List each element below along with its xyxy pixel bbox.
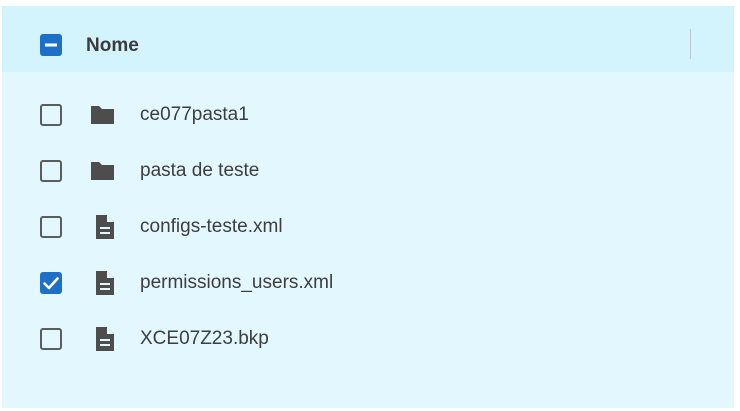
select-all-checkbox[interactable]: [40, 34, 62, 56]
row-checkbox[interactable]: [40, 272, 62, 294]
folder-icon: [91, 106, 114, 124]
row-name[interactable]: configs-teste.xml: [140, 216, 283, 238]
row-checkbox[interactable]: [40, 104, 62, 126]
table-row[interactable]: ce077pasta1: [2, 88, 734, 144]
indeterminate-icon: [45, 43, 57, 47]
table-row[interactable]: pasta de teste: [2, 144, 734, 200]
row-name[interactable]: ce077pasta1: [140, 104, 249, 126]
row-name[interactable]: XCE07Z23.bkp: [140, 328, 269, 350]
checkmark-icon: [43, 277, 59, 290]
file-icon: [96, 327, 114, 351]
row-name[interactable]: pasta de teste: [140, 160, 259, 182]
folder-icon: [91, 162, 114, 180]
table-row[interactable]: XCE07Z23.bkp: [2, 312, 734, 368]
table-header: Nome: [2, 6, 734, 72]
table-row[interactable]: permissions_users.xml: [2, 256, 734, 312]
column-header-nome[interactable]: Nome: [86, 35, 139, 57]
row-checkbox[interactable]: [40, 328, 62, 350]
row-checkbox[interactable]: [40, 160, 62, 182]
file-icon: [96, 215, 114, 239]
row-name[interactable]: permissions_users.xml: [140, 272, 333, 294]
column-resize-handle[interactable]: [690, 29, 691, 59]
file-list-table: Nome ce077pasta1 pasta de teste configs-…: [2, 6, 734, 408]
row-checkbox[interactable]: [40, 216, 62, 238]
file-icon: [96, 271, 114, 295]
table-row[interactable]: configs-teste.xml: [2, 200, 734, 256]
